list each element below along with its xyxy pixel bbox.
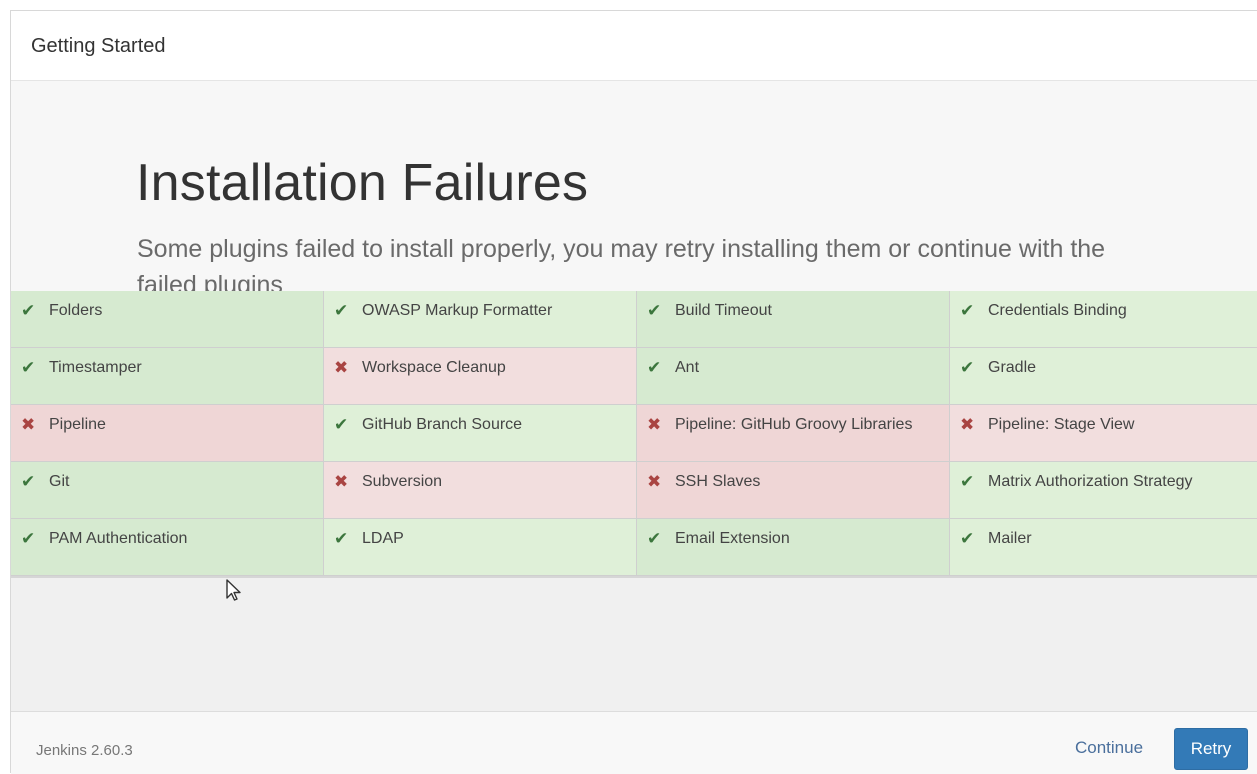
plugin-name: Pipeline — [49, 416, 106, 433]
plugin-status-cell: ✖ Pipeline: Stage View — [950, 405, 1257, 462]
checkmark-icon: ✔ — [334, 301, 349, 320]
retry-button[interactable]: Retry — [1174, 728, 1248, 770]
plugin-name: PAM Authentication — [49, 530, 188, 547]
plugin-name: GitHub Branch Source — [362, 416, 523, 433]
plugin-name: Matrix Authorization Strategy — [988, 473, 1193, 490]
mouse-cursor-icon — [226, 579, 241, 601]
plugin-status-cell: ✖ Workspace Cleanup — [324, 348, 637, 405]
hero-section: Installation Failures Some plugins faile… — [11, 81, 1257, 291]
plugin-name: Workspace Cleanup — [362, 359, 506, 376]
plugin-status-cell: ✔ GitHub Branch Source — [324, 405, 637, 462]
plugin-status-cell: ✔ Gradle — [950, 348, 1257, 405]
plugin-status-cell: ✔ Matrix Authorization Strategy — [950, 462, 1257, 519]
checkmark-icon: ✔ — [647, 358, 662, 377]
checkmark-icon: ✔ — [960, 301, 975, 320]
cross-icon: ✖ — [334, 472, 349, 491]
checkmark-icon: ✔ — [21, 529, 36, 548]
setup-wizard-dialog: Getting Started Installation Failures So… — [10, 10, 1257, 774]
plugin-status-cell: ✖ Subversion — [324, 462, 637, 519]
cross-icon: ✖ — [647, 415, 662, 434]
plugin-name: SSH Slaves — [675, 473, 761, 490]
plugin-status-grid: ✔ Folders ✔ OWASP Markup Formatter ✔ Build Ti… — [11, 291, 1257, 578]
checkmark-icon: ✔ — [334, 415, 349, 434]
plugin-status-cell: ✔ LDAP — [324, 519, 637, 576]
checkmark-icon: ✔ — [960, 472, 975, 491]
plugin-status-cell: ✔ Ant — [637, 348, 950, 405]
page-title: Installation Failures — [136, 154, 589, 212]
dialog-footer: Jenkins 2.60.3 Continue Retry — [11, 711, 1257, 774]
plugin-status-cell: ✔ Credentials Binding — [950, 291, 1257, 348]
plugin-status-cell: ✔ Timestamper — [11, 348, 324, 405]
plugin-name: LDAP — [362, 530, 404, 547]
plugin-name: Email Extension — [675, 530, 790, 547]
plugin-status-cell: ✔ OWASP Markup Formatter — [324, 291, 637, 348]
plugin-status-cell: ✖ Pipeline — [11, 405, 324, 462]
checkmark-icon: ✔ — [647, 529, 662, 548]
plugin-status-cell: ✔ Build Timeout — [637, 291, 950, 348]
cross-icon: ✖ — [960, 415, 975, 434]
checkmark-icon: ✔ — [21, 301, 36, 320]
plugin-status-cell: ✔ PAM Authentication — [11, 519, 324, 576]
checkmark-icon: ✔ — [21, 472, 36, 491]
checkmark-icon: ✔ — [647, 301, 662, 320]
plugin-status-cell: ✖ Pipeline: GitHub Groovy Libraries — [637, 405, 950, 462]
checkmark-icon: ✔ — [960, 358, 975, 377]
dialog-header: Getting Started — [11, 11, 1257, 81]
plugin-name: Pipeline: GitHub Groovy Libraries — [675, 416, 913, 433]
plugin-name: OWASP Markup Formatter — [362, 302, 553, 319]
plugin-name: Subversion — [362, 473, 443, 490]
plugin-status-cell: ✖ SSH Slaves — [637, 462, 950, 519]
plugin-status-cell: ✔ Mailer — [950, 519, 1257, 576]
checkmark-icon: ✔ — [334, 529, 349, 548]
plugin-status-cell: ✔ Email Extension — [637, 519, 950, 576]
cross-icon: ✖ — [647, 472, 662, 491]
plugin-name: Build Timeout — [675, 302, 772, 319]
cross-icon: ✖ — [21, 415, 36, 434]
dialog-title: Getting Started — [31, 35, 166, 57]
continue-button[interactable]: Continue — [1069, 734, 1149, 762]
plugin-name: Credentials Binding — [988, 302, 1127, 319]
checkmark-icon: ✔ — [21, 358, 36, 377]
plugin-status-cell: ✔ Git — [11, 462, 324, 519]
plugin-name: Ant — [675, 359, 700, 376]
plugin-name: Mailer — [988, 530, 1032, 547]
plugin-status-cell: ✔ Folders — [11, 291, 324, 348]
cross-icon: ✖ — [334, 358, 349, 377]
page-subtitle: Some plugins failed to install properly,… — [137, 235, 1106, 291]
plugin-name: Gradle — [988, 359, 1037, 376]
plugin-name: Folders — [49, 302, 103, 319]
plugin-name: Pipeline: Stage View — [988, 416, 1135, 433]
checkmark-icon: ✔ — [960, 529, 975, 548]
plugin-name: Timestamper — [49, 359, 142, 376]
version-label: Jenkins 2.60.3 — [36, 742, 133, 759]
plugin-name: Git — [49, 473, 70, 490]
